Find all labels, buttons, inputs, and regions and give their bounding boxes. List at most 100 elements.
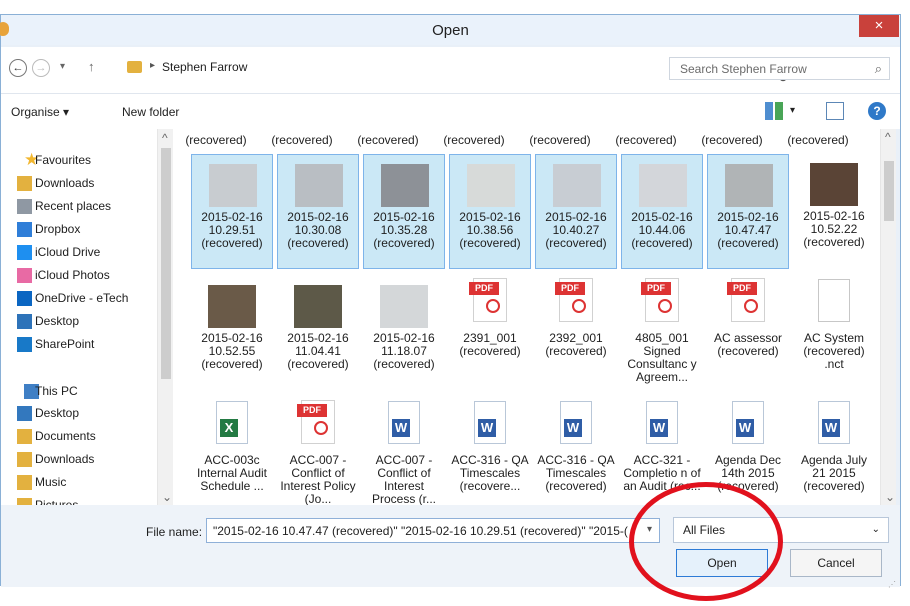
word-letter: W [478,419,496,437]
search-input[interactable]: Search Stephen Farrow ⌕ [669,57,890,80]
resize-grip-icon[interactable]: ⋰ [888,580,898,589]
sidebar-item-label: Desktop [35,314,80,328]
sidebar-item-label: Dropbox [35,222,81,236]
breadcrumb-separator: ▸ [150,60,156,71]
sidebar-item-downloads[interactable]: Downloads [1,174,156,195]
file-tile[interactable]: W Agenda July 21 2015 (recovered) [793,398,875,505]
file-tile[interactable]: 2015-02-16 10.40.27 (recovered) [535,154,617,269]
file-tile[interactable]: 2015-02-16 10.52.55 (recovered) [191,276,273,391]
sidebar-item-recent-places[interactable]: Recent places [1,197,156,218]
chevron-down-icon: ⌄ [871,524,880,535]
dialog-title: Open [432,22,469,39]
image-thumbnail [294,285,342,328]
file-scroll-down-icon[interactable]: ⌄ [885,490,895,504]
file-tile[interactable]: 2015-02-16 10.35.28 (recovered) [363,154,445,269]
file-tile[interactable]: 2015-02-16 10.29.51 (recovered) [191,154,273,269]
file-label: 2015-02-16 10.29.51 (recovered) [201,210,263,250]
view-options-icon[interactable] [765,102,783,120]
file-scroll-up-icon[interactable]: ^ [885,130,891,144]
file-tile[interactable]: 2015-02-16 10.44.06 (recovered) [621,154,703,269]
file-tile[interactable]: W ACC-316 - QA Timescales (recovered) [535,398,617,505]
image-thumbnail [208,285,256,328]
file-tile[interactable]: 2015-02-16 11.04.41 (recovered) [277,276,359,391]
organise-button[interactable]: Organise ▾ [11,105,69,119]
file-scrollbar[interactable]: ^ ⌄ [880,129,896,505]
sidebar-this-pc[interactable]: This PC [1,382,161,403]
sidebar-scroll-thumb[interactable] [161,148,171,379]
scroll-up-icon[interactable]: ^ [162,131,168,145]
image-thumbnail [209,164,257,207]
file-tile[interactable]: W ACC-007 - Conflict of Interest Process … [363,398,445,505]
partial-file-label[interactable]: (recovered) [431,133,517,147]
partial-file-label[interactable]: (recovered) [173,133,259,147]
breadcrumb[interactable]: ▸ Stephen Farrow ⌄ ↻ [127,57,789,85]
recent-locations-button[interactable]: ▾ [60,61,65,72]
file-tile[interactable]: AC System (recovered) .nct [793,276,875,391]
word-document-icon: W [732,401,764,444]
new-folder-button[interactable]: New folder [122,105,179,119]
screenshot-canvas: Open × ← → ▾ ↑ ▸ Stephen Farrow ⌄ ↻ Sear… [0,0,910,606]
image-thumbnail [810,163,858,206]
dropbox-icon [17,222,32,237]
file-scroll-thumb[interactable] [884,161,894,221]
file-tile[interactable]: PDF 4805_001 Signed Consultanc y Agreem..… [621,276,703,391]
partial-row: (recovered) (recovered) (recovered) (recove… [173,129,896,149]
file-label: 2015-02-16 11.04.41 (recovered) [287,331,349,371]
sidebar-item-desktop[interactable]: Desktop [1,312,156,333]
file-label: 2015-02-16 10.52.22 (recovered) [803,209,865,249]
partial-file-label[interactable]: (recovered) [689,133,775,147]
file-tile[interactable]: PDF AC assessor (recovered) [707,276,789,391]
file-tile[interactable]: PDF ACC-007 - Conflict of Interest Policy… [277,398,359,505]
file-tile[interactable]: PDF 2392_001 (recovered) [535,276,617,391]
sidebar-item-label: Music [35,475,67,489]
word-document-icon: W [560,401,592,444]
file-label: 4805_001 Signed Consultanc y Agreem... [627,331,697,384]
sidebar-item-icloud-photos[interactable]: iCloud Photos [1,266,156,287]
file-tile[interactable]: 2015-02-16 10.30.08 (recovered) [277,154,359,269]
file-tile[interactable]: 2015-02-16 10.52.22 (recovered) [793,154,875,269]
search-icon[interactable]: ⌕ [875,61,882,77]
file-label: AC System (recovered) .nct [803,331,865,371]
file-tile[interactable]: W ACC-316 - QA Timescales (recovere... [449,398,531,505]
sidebar-item-sharepoint[interactable]: SharePoint [1,335,156,356]
partial-file-label[interactable]: (recovered) [259,133,345,147]
forward-button[interactable]: → [32,59,50,77]
file-label: Agenda July 21 2015 (recovered) [800,453,868,493]
file-tile[interactable]: 2015-02-16 10.38.56 (recovered) [449,154,531,269]
command-toolbar: Organise ▾ New folder ▾ ? [1,93,900,129]
sidebar-item-dropbox[interactable]: Dropbox [1,220,156,241]
file-tile[interactable]: 2015-02-16 10.47.47 (recovered) [707,154,789,269]
sidebar-pc-item-music[interactable]: Music [1,473,156,494]
cancel-button[interactable]: Cancel [790,549,882,577]
sidebar-pc-item-desktop[interactable]: Desktop [1,404,156,425]
sidebar-item-label: Downloads [35,176,95,190]
sidebar-item-onedrive-etech[interactable]: OneDrive - eTech [1,289,156,310]
partial-file-label[interactable]: (recovered) [775,133,861,147]
help-icon[interactable]: ? [868,102,886,120]
preview-pane-icon[interactable] [826,102,844,120]
close-button[interactable]: × [859,15,899,37]
sidebar-pc-item-documents[interactable]: Documents [1,427,156,448]
pdf-file-icon: PDF [297,400,335,444]
sidebar-pc-item-downloads[interactable]: Downloads [1,450,156,471]
partial-file-label[interactable]: (recovered) [603,133,689,147]
scroll-down-icon[interactable]: ⌄ [162,490,172,504]
sidebar-item-icloud-drive[interactable]: iCloud Drive [1,243,156,264]
file-tile[interactable]: PDF 2391_001 (recovered) [449,276,531,391]
view-options-dropdown-icon[interactable]: ▾ [790,105,795,116]
sidebar-favourites[interactable]: ★ Favourites [1,150,161,172]
pdf-badge: PDF [469,282,499,295]
partial-file-label[interactable]: (recovered) [345,133,431,147]
file-tile[interactable]: 2015-02-16 11.18.07 (recovered) [363,276,445,391]
open-file-dialog: Open × ← → ▾ ↑ ▸ Stephen Farrow ⌄ ↻ Sear… [0,14,901,587]
file-label: 2015-02-16 10.47.47 (recovered) [717,210,779,250]
up-button[interactable]: ↑ [88,59,95,74]
file-tile[interactable]: X ACC-003c Internal Audit Schedule ... [191,398,273,505]
partial-file-label[interactable]: (recovered) [517,133,603,147]
generic-file-icon [818,279,850,322]
file-label: 2015-02-16 10.44.06 (recovered) [631,210,693,250]
file-name-input[interactable]: "2015-02-16 10.47.47 (recovered)" "2015-… [206,518,660,543]
breadcrumb-location[interactable]: Stephen Farrow [162,60,247,74]
back-button[interactable]: ← [9,59,27,77]
sidebar-scrollbar[interactable]: ^ ⌄ [157,129,173,505]
